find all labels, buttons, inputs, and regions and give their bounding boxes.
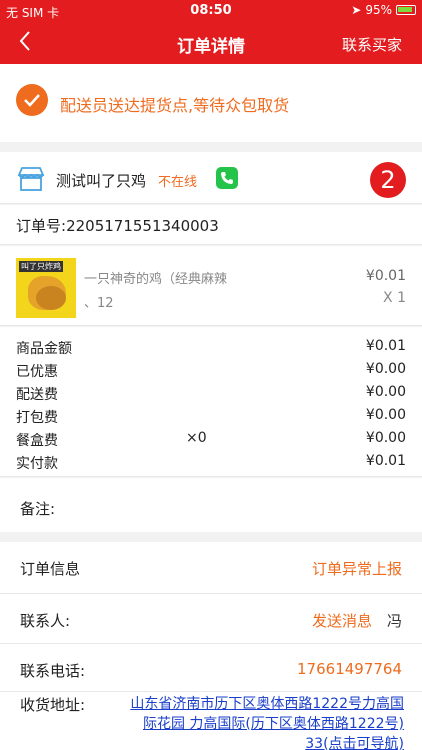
store-row: 测试叫了只鸡 不在线 2 (0, 152, 422, 204)
location-icon: ➤ (351, 3, 362, 17)
fee-value: ¥0.00 (365, 384, 406, 400)
product-spec: 、12 (84, 296, 114, 311)
fee-label: 已优惠 (16, 364, 58, 380)
product-name: 一只神奇的鸡（经典麻辣 (84, 272, 228, 287)
contact-row: 联系人: 发送消息 冯 (0, 594, 422, 644)
fee-label: 餐盒费 (16, 433, 58, 449)
fee-count: ×0 (186, 430, 207, 446)
battery-icon (396, 5, 416, 15)
order-info-label: 订单信息 (20, 560, 81, 578)
status-message: 配送员送达提货点,等待众包取货 (60, 96, 290, 115)
fee-value: ¥0.01 (365, 453, 406, 469)
header-bar: 无 SIM 卡 08:50 ➤ 95% 订单详情 联系买家 (0, 0, 422, 64)
nav-bar: 订单详情 联系买家 (0, 22, 422, 64)
product-qty: X 1 (383, 290, 406, 306)
product-price: ¥0.01 (365, 268, 406, 284)
phone-label: 联系电话: (20, 662, 86, 680)
shop-icon (16, 166, 46, 196)
fee-label: 配送费 (16, 387, 58, 403)
check-icon (16, 84, 48, 116)
fee-list: 商品金额 ¥0.01 已优惠 ¥0.00 配送费 ¥0.00 打包费 ¥0.00… (0, 327, 422, 477)
remark-label: 备注: (20, 500, 56, 518)
product-image-shape-2 (36, 286, 66, 310)
order-info-row: 订单信息 订单异常上报 (0, 542, 422, 594)
fee-label: 打包费 (16, 410, 58, 426)
fee-row: 打包费 ¥0.00 (0, 404, 422, 427)
status-banner: 配送员送达提货点,等待众包取货 (0, 64, 422, 142)
store-status: 不在线 (158, 175, 198, 190)
address-link-line1[interactable]: 山东省济南市历下区奥体西路1222号力高国 (98, 694, 404, 714)
fee-row: 配送费 ¥0.00 (0, 381, 422, 404)
phone-number-link[interactable]: 17661497764 (297, 660, 402, 678)
address-link-line2[interactable]: 际花园 力高国际(历下区奥体西路1222号) (98, 714, 404, 734)
report-exception-link[interactable]: 订单异常上报 (312, 558, 402, 579)
send-message-link[interactable]: 发送消息 (312, 610, 372, 631)
product-row: 叫了只炸鸡 一只神奇的鸡（经典麻辣 、12 ¥0.01 X 1 (0, 246, 422, 326)
fee-label: 商品金额 (16, 341, 72, 357)
fee-row: 实付款 ¥0.01 (0, 450, 422, 473)
order-info-section: 订单信息 订单异常上报 联系人: 发送消息 冯 联系电话: 1766149776… (0, 542, 422, 750)
remark-row: 备注: (0, 478, 422, 532)
status-bar: 无 SIM 卡 08:50 ➤ 95% (0, 0, 422, 22)
fee-row: 已优惠 ¥0.00 (0, 358, 422, 381)
order-number-row: 订单号:2205171551340003 (0, 205, 422, 245)
product-image: 叫了只炸鸡 (16, 258, 76, 318)
address-link-line3[interactable]: 33(点击可导航) (98, 734, 404, 750)
fee-value: ¥0.00 (365, 430, 406, 446)
fee-value: ¥0.00 (365, 407, 406, 423)
store-name: 测试叫了只鸡 (56, 172, 147, 190)
contact-buyer-button[interactable]: 联系买家 (342, 34, 402, 55)
status-right: ➤ 95% (351, 3, 416, 17)
fee-row: 商品金额 ¥0.01 (0, 335, 422, 358)
phone-icon[interactable] (216, 167, 238, 189)
order-number-value: 2205171551340003 (66, 217, 219, 235)
address-label: 收货地址: (20, 696, 86, 714)
battery-percent: 95% (365, 3, 392, 17)
order-number: 订单号:2205171551340003 (16, 215, 219, 236)
product-image-label: 叫了只炸鸡 (19, 261, 63, 272)
contact-name: 冯 (386, 612, 402, 630)
fee-value: ¥0.01 (365, 338, 406, 354)
fee-row: 餐盒费 ×0 ¥0.00 (0, 427, 422, 450)
order-index-badge: 2 (370, 162, 406, 198)
contact-label: 联系人: (20, 612, 71, 630)
fee-label: 实付款 (16, 456, 58, 472)
phone-row: 联系电话: 17661497764 (0, 644, 422, 692)
fee-value: ¥0.00 (365, 361, 406, 377)
order-number-label: 订单号: (16, 217, 67, 235)
